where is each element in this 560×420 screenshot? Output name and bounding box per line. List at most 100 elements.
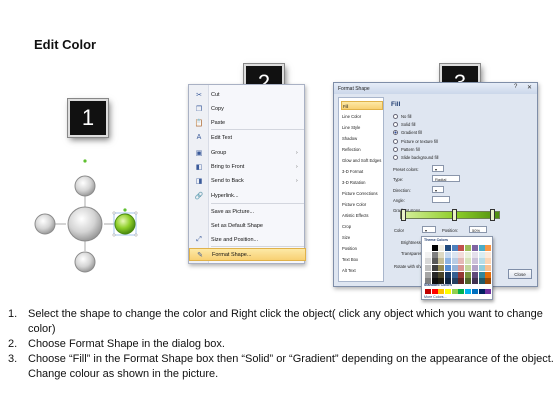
fill-option-radio[interactable]: Gradient fill [393, 130, 422, 136]
color-swatch[interactable] [438, 289, 445, 294]
color-swatch[interactable] [445, 289, 452, 294]
menu-item[interactable]: Save as Picture... [189, 205, 306, 218]
color-swatch[interactable] [445, 245, 452, 251]
color-swatch[interactable] [471, 251, 478, 258]
color-swatch[interactable] [451, 245, 458, 251]
nav-item[interactable]: Shadow [341, 134, 383, 143]
color-swatch[interactable] [465, 265, 472, 272]
menu-item[interactable]: ◧ Bring to Front › [189, 160, 306, 173]
color-swatch[interactable] [465, 245, 472, 251]
nav-item[interactable]: Picture Color [341, 200, 383, 209]
color-swatch[interactable] [478, 265, 485, 272]
menu-item[interactable]: ✎ Format Shape... [189, 248, 306, 261]
fill-option-radio[interactable]: Solid fill [393, 122, 415, 128]
color-swatch[interactable] [471, 289, 478, 294]
color-swatch[interactable] [458, 245, 465, 251]
fill-option-radio[interactable]: Pattern fill [393, 146, 420, 152]
color-swatch[interactable] [431, 251, 438, 258]
color-swatch[interactable] [485, 251, 492, 258]
color-swatch[interactable] [465, 289, 472, 294]
menu-item[interactable]: 🔗 Hyperlink... [189, 189, 306, 202]
color-swatch[interactable] [458, 251, 465, 258]
color-swatch[interactable] [471, 265, 478, 272]
fill-option-radio[interactable]: Slide background fill [393, 155, 438, 160]
color-swatch[interactable] [458, 258, 465, 265]
color-swatch[interactable] [471, 278, 478, 285]
position-field[interactable]: 50% [469, 226, 487, 233]
nav-item[interactable]: Artistic Effects [341, 211, 383, 220]
color-swatch[interactable] [431, 258, 438, 265]
color-swatch[interactable] [465, 258, 472, 265]
nav-item[interactable]: Alt Text [341, 266, 383, 275]
color-swatch[interactable] [425, 258, 431, 265]
color-swatch[interactable] [485, 258, 492, 265]
fill-option-radio[interactable]: No fill [393, 114, 411, 119]
close-button[interactable]: Close [508, 269, 532, 279]
color-swatch[interactable] [471, 271, 478, 278]
color-swatch[interactable] [451, 251, 458, 258]
angle-field[interactable] [432, 196, 450, 203]
menu-item[interactable]: ◨ Send to Back › [189, 174, 306, 187]
color-swatch[interactable] [478, 245, 485, 251]
color-swatch[interactable] [465, 278, 472, 285]
color-swatch[interactable] [458, 271, 465, 278]
menu-item[interactable]: A Edit Text [189, 131, 306, 144]
color-swatch[interactable] [451, 265, 458, 272]
more-colors-link[interactable]: More Colors... [424, 295, 447, 299]
gradient-bar[interactable] [400, 211, 500, 219]
preset-dropdown[interactable]: ▾ [432, 165, 444, 172]
menu-item[interactable]: Set as Default Shape [189, 219, 306, 232]
color-swatch[interactable] [425, 251, 431, 258]
nav-item[interactable]: 3-D Format [341, 167, 383, 176]
nav-item[interactable]: Glow and Soft Edges [341, 156, 383, 165]
menu-item[interactable]: 📋 Paste [189, 116, 306, 129]
color-swatch[interactable] [485, 278, 492, 285]
color-swatch[interactable] [451, 278, 458, 285]
color-swatch[interactable] [425, 271, 431, 278]
color-swatch[interactable] [431, 289, 438, 294]
color-swatch[interactable] [425, 265, 431, 272]
color-picker-button[interactable]: ▾ [422, 226, 436, 233]
color-swatch[interactable] [425, 289, 431, 294]
nav-item[interactable]: Size [341, 233, 383, 242]
color-swatch[interactable] [438, 245, 445, 251]
nav-item[interactable]: Crop [341, 222, 383, 231]
color-swatch[interactable] [485, 289, 492, 294]
direction-dropdown[interactable]: ▾ [432, 186, 444, 193]
nav-item[interactable]: Reflection [341, 145, 383, 154]
color-swatch[interactable] [445, 251, 452, 258]
color-swatch[interactable] [431, 271, 438, 278]
color-swatch[interactable] [458, 265, 465, 272]
color-swatch[interactable] [465, 271, 472, 278]
color-swatch[interactable] [445, 258, 452, 265]
color-swatch[interactable] [425, 245, 431, 251]
type-dropdown[interactable]: Radial [432, 175, 460, 182]
help-icon[interactable]: ? [514, 84, 517, 90]
color-swatch[interactable] [478, 251, 485, 258]
color-swatch[interactable] [451, 271, 458, 278]
color-swatch[interactable] [485, 265, 492, 272]
menu-item[interactable]: ⤢ Size and Position... [189, 233, 306, 246]
color-swatch[interactable] [438, 258, 445, 265]
color-swatch[interactable] [458, 278, 465, 285]
color-swatch[interactable] [431, 245, 438, 251]
color-swatch[interactable] [471, 258, 478, 265]
color-swatch[interactable] [458, 289, 465, 294]
close-icon[interactable]: ✕ [527, 84, 532, 91]
nav-item[interactable]: Line Color [341, 112, 383, 121]
color-swatch[interactable] [445, 265, 452, 272]
nav-item[interactable]: 3-D Rotation [341, 178, 383, 187]
color-swatch[interactable] [451, 258, 458, 265]
color-swatch[interactable] [438, 265, 445, 272]
nav-item[interactable]: Picture Corrections [341, 189, 383, 198]
color-swatch[interactable] [438, 251, 445, 258]
color-swatch[interactable] [485, 271, 492, 278]
color-swatch[interactable] [465, 251, 472, 258]
gradient-stop[interactable] [490, 209, 495, 221]
menu-item[interactable]: ▣ Group › [189, 146, 306, 159]
color-swatch[interactable] [471, 245, 478, 251]
color-swatch[interactable] [478, 289, 485, 294]
nav-item[interactable]: Text Box [341, 255, 383, 264]
gradient-stop[interactable] [452, 209, 457, 221]
color-swatch[interactable] [478, 258, 485, 265]
